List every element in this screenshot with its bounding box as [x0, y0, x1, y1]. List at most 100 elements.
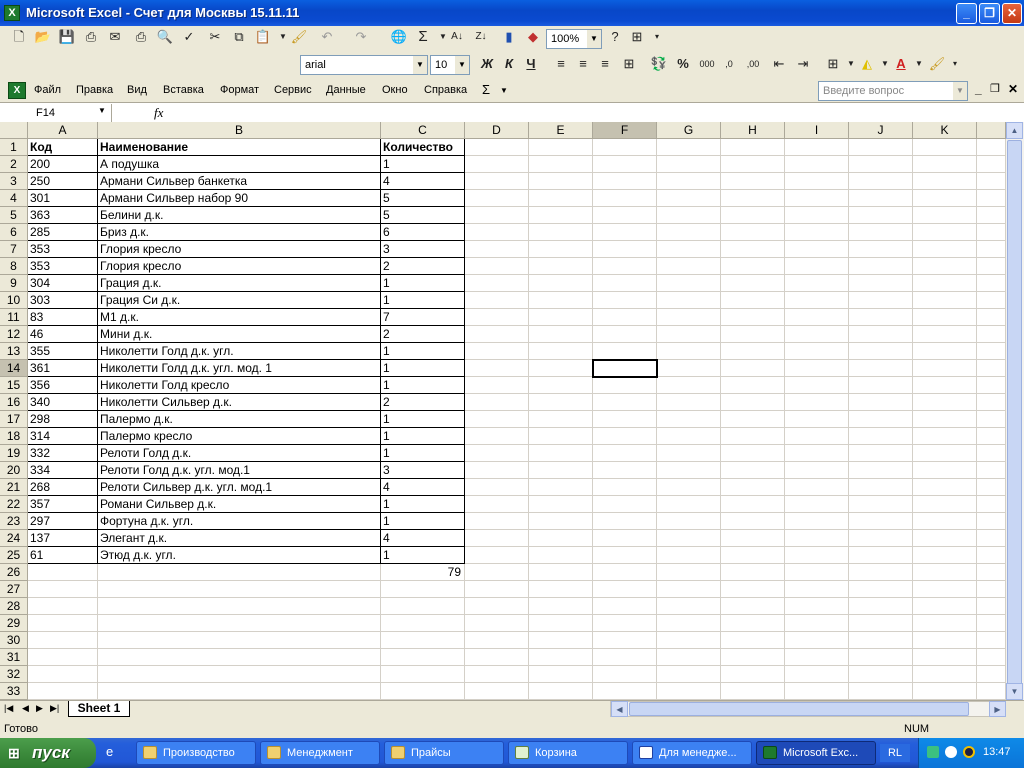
column-header-e[interactable]: E	[529, 122, 593, 139]
vertical-scrollbar[interactable]: ▲ ▼	[1006, 122, 1024, 700]
grid-cell[interactable]	[785, 649, 849, 666]
scroll-up-icon[interactable]: ▲	[1006, 122, 1023, 139]
table-cell-qty[interactable]: 1	[381, 156, 465, 173]
table-cell-code[interactable]: 250	[28, 173, 98, 190]
grid-cell[interactable]	[977, 581, 1006, 598]
grid-cell[interactable]	[529, 615, 593, 632]
grid-cell[interactable]	[593, 649, 657, 666]
grid-cell[interactable]	[721, 479, 785, 496]
grid-cell[interactable]	[657, 581, 721, 598]
grid-cell[interactable]	[977, 292, 1006, 309]
grid-cell[interactable]	[849, 666, 913, 683]
help-question-input[interactable]: Введите вопрос ▼	[818, 81, 968, 101]
grid-cell[interactable]	[785, 224, 849, 241]
table-cell-name[interactable]: Романи Сильвер д.к.	[98, 496, 381, 513]
grid-cell[interactable]	[977, 275, 1006, 292]
grid-cell[interactable]	[465, 360, 529, 377]
row-header[interactable]: 3	[0, 173, 28, 190]
grid-cell[interactable]	[529, 598, 593, 615]
grid-cell[interactable]	[913, 428, 977, 445]
grid-cell[interactable]	[593, 207, 657, 224]
select-all-corner[interactable]	[0, 122, 28, 139]
table-cell-qty[interactable]: 1	[381, 547, 465, 564]
grid-cell[interactable]	[785, 343, 849, 360]
grid-cell[interactable]	[465, 666, 529, 683]
grid-cell[interactable]	[721, 258, 785, 275]
grid-cell[interactable]	[849, 326, 913, 343]
grid-cell[interactable]	[593, 224, 657, 241]
grid-cell[interactable]	[721, 547, 785, 564]
table-cell-qty[interactable]: 4	[381, 173, 465, 190]
grid-cell[interactable]	[849, 479, 913, 496]
grid-cell[interactable]	[465, 513, 529, 530]
table-cell-code[interactable]: 314	[28, 428, 98, 445]
zoom-select[interactable]: 100% ▼	[546, 29, 602, 49]
row-header[interactable]: 17	[0, 411, 28, 428]
table-cell-name[interactable]: Николетти Голд д.к. угл. мод. 1	[98, 360, 381, 377]
grid-cell[interactable]	[977, 479, 1006, 496]
row-header[interactable]: 9	[0, 275, 28, 292]
header-cell[interactable]: Наименование	[98, 139, 381, 156]
row-header[interactable]: 15	[0, 377, 28, 394]
table-cell-code[interactable]: 301	[28, 190, 98, 207]
grid-cell[interactable]	[785, 445, 849, 462]
grid-cell[interactable]	[913, 598, 977, 615]
chart-wizard-icon[interactable]: ▮	[498, 26, 520, 48]
grid-cell[interactable]	[465, 258, 529, 275]
grid-cell[interactable]	[913, 292, 977, 309]
prev-sheet-icon[interactable]: ◀	[22, 703, 29, 714]
grid-cell[interactable]	[913, 530, 977, 547]
grid-cell[interactable]	[913, 139, 977, 156]
grid-cell[interactable]	[785, 462, 849, 479]
grid-cell[interactable]	[529, 564, 593, 581]
grid-cell[interactable]	[98, 564, 381, 581]
grid-cell[interactable]	[593, 462, 657, 479]
row-header[interactable]: 33	[0, 683, 28, 700]
grid-cell[interactable]	[913, 479, 977, 496]
grid-cell[interactable]	[977, 598, 1006, 615]
menu-view[interactable]: Вид	[127, 84, 147, 96]
grid-cell[interactable]	[785, 377, 849, 394]
grid-cell[interactable]	[785, 530, 849, 547]
comma-style-icon[interactable]: 000	[696, 53, 718, 75]
row-header[interactable]: 31	[0, 649, 28, 666]
grid-cell[interactable]	[593, 632, 657, 649]
grid-cell[interactable]	[721, 513, 785, 530]
table-cell-qty[interactable]: 2	[381, 394, 465, 411]
grid-cell[interactable]	[913, 496, 977, 513]
grid-cell[interactable]	[913, 190, 977, 207]
font-size-select[interactable]: 10 ▼	[430, 55, 470, 75]
table-cell-code[interactable]: 268	[28, 479, 98, 496]
increase-decimal-icon[interactable]: ,0	[718, 53, 740, 75]
grid-cell[interactable]	[977, 156, 1006, 173]
grid-cell[interactable]	[977, 377, 1006, 394]
grid-cell[interactable]	[529, 530, 593, 547]
table-cell-qty[interactable]: 1	[381, 411, 465, 428]
grid-cell[interactable]	[657, 326, 721, 343]
table-cell-name[interactable]: Фортуна д.к. угл.	[98, 513, 381, 530]
grid-cell[interactable]	[977, 207, 1006, 224]
font-name-select[interactable]: arial ▼	[300, 55, 428, 75]
grid-cell[interactable]	[465, 462, 529, 479]
grid-cell[interactable]	[98, 615, 381, 632]
grid-cell[interactable]	[785, 241, 849, 258]
grid-cell[interactable]	[785, 190, 849, 207]
grid-cell[interactable]	[913, 156, 977, 173]
row-header[interactable]: 2	[0, 156, 28, 173]
grid-cell[interactable]	[98, 683, 381, 700]
grid-cell[interactable]	[849, 377, 913, 394]
table-cell-qty[interactable]: 3	[381, 241, 465, 258]
grid-cell[interactable]	[849, 547, 913, 564]
grid-cell[interactable]	[721, 173, 785, 190]
grid-cell[interactable]	[977, 411, 1006, 428]
table-cell-qty[interactable]: 1	[381, 445, 465, 462]
grid-cell[interactable]	[721, 428, 785, 445]
grid-cell[interactable]	[529, 547, 593, 564]
table-cell-code[interactable]: 353	[28, 258, 98, 275]
table-cell-qty[interactable]: 1	[381, 513, 465, 530]
table-cell-name[interactable]: Армани Сильвер банкетка	[98, 173, 381, 190]
grid-cell[interactable]	[593, 394, 657, 411]
grid-cell[interactable]	[657, 377, 721, 394]
grid-cell[interactable]	[529, 479, 593, 496]
grid-cell[interactable]	[593, 428, 657, 445]
